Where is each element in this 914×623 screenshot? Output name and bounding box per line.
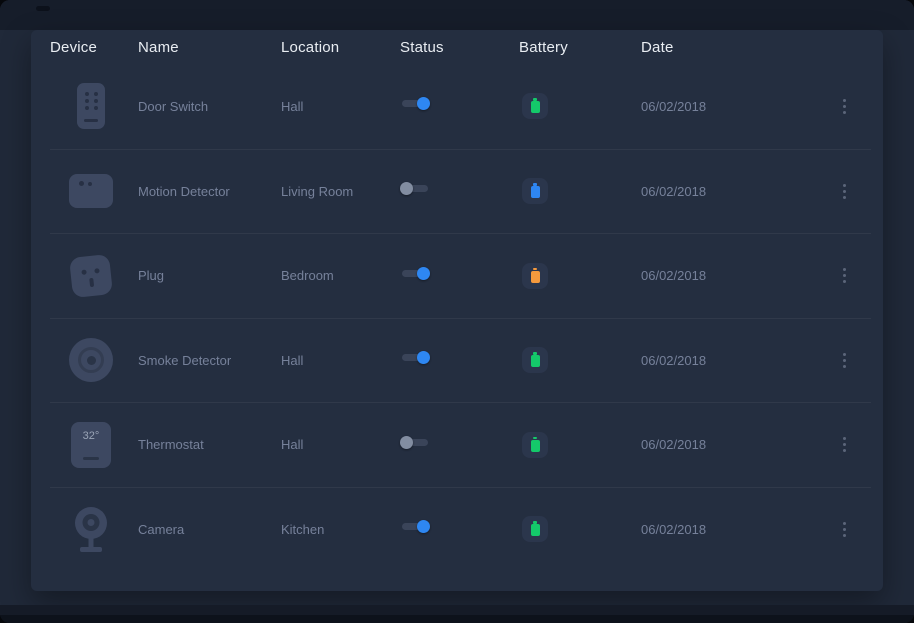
device-name: Plug	[138, 268, 281, 283]
device-date: 06/02/2018	[641, 268, 817, 283]
battery-status-icon	[522, 347, 548, 373]
device-location: Kitchen	[281, 522, 400, 537]
device-date: 06/02/2018	[641, 522, 817, 537]
device-date: 06/02/2018	[641, 437, 817, 452]
thermostat-temp-label: 32°	[71, 422, 111, 442]
column-header-location: Location	[281, 39, 400, 56]
window-handle	[36, 6, 50, 11]
column-header-battery: Battery	[519, 39, 641, 56]
status-toggle[interactable]	[400, 351, 430, 364]
battery-status-icon	[522, 178, 548, 204]
battery-status-icon	[522, 432, 548, 458]
device-date: 06/02/2018	[641, 353, 817, 368]
app-window: Device Name Location Status Battery Date…	[0, 0, 914, 623]
column-header-date: Date	[641, 39, 817, 56]
table-row: 32° Thermostat Hall 06/02/2018	[50, 402, 871, 487]
column-header-name: Name	[138, 39, 281, 56]
battery-status-icon	[522, 516, 548, 542]
device-name: Thermostat	[138, 437, 281, 452]
status-toggle[interactable]	[400, 520, 430, 533]
device-name: Camera	[138, 522, 281, 537]
kebab-menu-icon[interactable]	[839, 349, 850, 372]
device-name: Smoke Detector	[138, 353, 281, 368]
window-top-bar	[0, 0, 914, 30]
device-date: 06/02/2018	[641, 184, 817, 199]
status-toggle[interactable]	[400, 436, 430, 449]
column-header-status: Status	[400, 39, 519, 56]
table-header: Device Name Location Status Battery Date	[50, 30, 871, 64]
device-name: Door Switch	[138, 99, 281, 114]
device-location: Hall	[281, 353, 400, 368]
camera-icon	[68, 506, 114, 552]
window-bottom-edge	[0, 615, 914, 623]
table-row: Door Switch Hall 06/02/2018	[50, 64, 871, 149]
status-toggle[interactable]	[400, 267, 430, 280]
battery-status-icon	[522, 263, 548, 289]
battery-status-icon	[522, 93, 548, 119]
kebab-menu-icon[interactable]	[839, 95, 850, 118]
table-row: Smoke Detector Hall 06/02/2018	[50, 318, 871, 403]
device-location: Bedroom	[281, 268, 400, 283]
plug-icon	[68, 253, 114, 299]
table-row: Plug Bedroom 06/02/2018	[50, 233, 871, 318]
column-header-device: Device	[50, 39, 138, 56]
table-row: Motion Detector Living Room 06/02/2018	[50, 149, 871, 234]
device-location: Hall	[281, 437, 400, 452]
kebab-menu-icon[interactable]	[839, 433, 850, 456]
smoke-detector-icon	[68, 337, 114, 383]
kebab-menu-icon[interactable]	[839, 264, 850, 287]
device-name: Motion Detector	[138, 184, 281, 199]
thermostat-icon: 32°	[68, 422, 114, 468]
kebab-menu-icon[interactable]	[839, 180, 850, 203]
remote-icon	[68, 83, 114, 129]
window-bottom-bar	[0, 605, 914, 623]
motion-detector-icon	[68, 168, 114, 214]
device-location: Living Room	[281, 184, 400, 199]
status-toggle[interactable]	[400, 182, 430, 195]
status-toggle[interactable]	[400, 97, 430, 110]
device-date: 06/02/2018	[641, 99, 817, 114]
device-location: Hall	[281, 99, 400, 114]
kebab-menu-icon[interactable]	[839, 518, 850, 541]
table-row: Camera Kitchen 06/02/2018	[50, 487, 871, 572]
device-table-card: Device Name Location Status Battery Date…	[31, 30, 883, 591]
